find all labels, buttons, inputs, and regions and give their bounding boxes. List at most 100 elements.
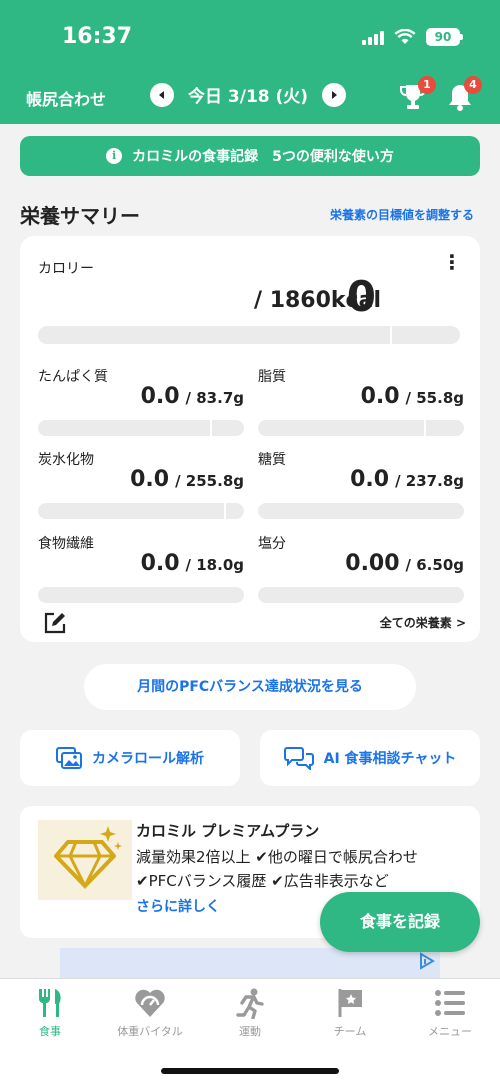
nutrient-label: 脂質 (258, 369, 286, 385)
nutrient-value: 0.0 (350, 467, 390, 492)
nutrient-amount: 0.0 / 18.0g (141, 551, 244, 576)
battery-icon: 90 (426, 28, 463, 46)
nutrient-amount: 0.0 / 255.8g (130, 467, 244, 492)
tab-weight-vital[interactable]: 体重バイタル (100, 987, 200, 1039)
home-indicator (161, 1068, 339, 1074)
nutrient-label: 炭水化物 (38, 452, 94, 468)
ai-chat-button[interactable]: AI 食事相談チャット (260, 730, 480, 786)
menu-list-icon (435, 990, 465, 1016)
premium-diamond-image (38, 820, 132, 900)
nutrient-fat: 脂質 0.0 / 55.8g (258, 366, 464, 446)
nutrient-amount: 0.0 / 237.8g (350, 467, 464, 492)
camera-roll-button[interactable]: カメラロール解析 (20, 730, 240, 786)
nutrient-progress-bar (258, 587, 464, 603)
calorie-progress-bar (38, 326, 460, 344)
premium-benefits-line1: 減量効果2倍以上 ✔他の曜日で帳尻合わせ (136, 848, 418, 866)
chevron-right-icon (332, 90, 338, 99)
nutrient-target-tick (224, 503, 226, 519)
current-date[interactable]: 今日 3/18 (火) (188, 82, 308, 107)
more-options-icon[interactable]: ⋮ (442, 252, 462, 272)
chevron-left-icon (159, 90, 164, 99)
tab-exercise[interactable]: 運動 (200, 987, 300, 1039)
tab-label: 運動 (239, 1025, 261, 1038)
nutrient-value: 0.0 (360, 384, 400, 409)
nutrient-target: / 237.8g (395, 472, 464, 490)
cellular-signal-icon (362, 29, 384, 45)
nutrient-value: 0.0 (140, 551, 180, 576)
premium-more-link[interactable]: さらに詳しく (136, 896, 220, 916)
ai-chat-label: AI 食事相談チャット (323, 751, 457, 767)
nutrient-progress-bar (258, 420, 464, 436)
notification-button[interactable]: 4 (446, 76, 482, 112)
summary-title: 栄養サマリー (20, 204, 140, 228)
premium-title: カロミル プレミアムプラン (136, 822, 320, 840)
tab-menu[interactable]: メニュー (400, 987, 500, 1039)
nutrient-value: 0.0 (140, 384, 180, 409)
tab-meal[interactable]: 食事 (0, 987, 100, 1039)
next-day-button[interactable] (322, 82, 347, 107)
prev-day-button[interactable] (150, 82, 174, 107)
nutrient-target: / 55.8g (405, 389, 464, 407)
tab-label: チーム (333, 1025, 367, 1038)
status-icons: 90 (362, 28, 463, 46)
status-time: 16:37 (62, 24, 133, 49)
record-meal-button[interactable]: 食事を記録 (320, 892, 480, 952)
ad-banner[interactable] (60, 948, 440, 978)
usage-tips-text: カロミルの食事記録 5つの便利な使い方 (132, 149, 394, 165)
nutrient-target-tick (210, 420, 212, 436)
nav-title[interactable]: 帳尻合わせ (26, 86, 106, 110)
adchoices-icon[interactable] (418, 952, 436, 970)
running-icon (236, 988, 264, 1019)
nutrient-target: / 255.8g (175, 472, 244, 490)
adjust-targets-link[interactable]: 栄養素の目標値を調整する (330, 206, 474, 223)
nav-bar: 帳尻合わせ 今日 3/18 (火) 1 4 (0, 76, 500, 114)
nutrient-amount: 0.00 / 6.50g (345, 551, 464, 576)
trophy-button[interactable]: 1 (398, 76, 436, 112)
app-header: 16:37 90 帳尻合わせ 今日 3/18 (火) 1 4 (0, 0, 500, 124)
nutrient-progress-bar (38, 587, 244, 603)
nutrient-fiber: 食物繊維 0.0 / 18.0g (38, 533, 244, 613)
nutrient-label: 糖質 (258, 452, 286, 468)
nutrition-summary-card: カロリー ⋮ 0 / 1860kcal たんぱく質 0.0 / 83.7g 脂質… (20, 236, 480, 642)
nutrient-label: 食物繊維 (38, 536, 94, 552)
nutrient-amount: 0.0 / 55.8g (361, 384, 464, 409)
nutrient-target-tick (424, 420, 426, 436)
usage-tips-banner[interactable]: i カロミルの食事記録 5つの便利な使い方 (20, 136, 480, 176)
nutrient-target: / 6.50g (405, 556, 464, 574)
nutrient-value: 0.00 (345, 551, 400, 576)
premium-benefits-line2: ✔PFCバランス履歴 ✔広告非表示など (136, 872, 389, 890)
heart-scale-icon (135, 989, 165, 1017)
fork-knife-icon (39, 989, 61, 1017)
nutrient-target: / 83.7g (185, 389, 244, 407)
wifi-icon (394, 29, 416, 44)
nutrient-progress-bar (38, 420, 244, 436)
all-nutrients-link[interactable]: 全ての栄養素 > (380, 614, 466, 631)
team-flag-icon (338, 989, 362, 1017)
nutrient-protein: たんぱく質 0.0 / 83.7g (38, 366, 244, 446)
chat-bubbles-icon (283, 747, 314, 770)
nutrient-carbohydrate: 炭水化物 0.0 / 255.8g (38, 449, 244, 529)
trophy-badge: 1 (418, 76, 436, 94)
camera-roll-label: カメラロール解析 (92, 751, 204, 767)
nutrient-salt: 塩分 0.00 / 6.50g (258, 533, 464, 613)
tab-label: 体重バイタル (117, 1025, 183, 1038)
calorie-target: / 1860kcal (254, 288, 381, 313)
nutrient-progress-bar (258, 503, 464, 519)
nutrient-label: たんぱく質 (38, 369, 108, 385)
diamond-icon (54, 826, 122, 890)
photo-gallery-icon (56, 747, 82, 769)
pfc-balance-button[interactable]: 月間のPFCバランス達成状況を見る (84, 664, 416, 710)
tab-label: 食事 (39, 1025, 61, 1038)
tab-label: メニュー (428, 1025, 472, 1038)
edit-icon[interactable] (42, 610, 68, 636)
calorie-label: カロリー (38, 261, 94, 277)
calorie-target-tick (390, 326, 392, 344)
notification-badge: 4 (464, 76, 482, 94)
status-bar: 16:37 90 (0, 22, 500, 54)
nutrient-amount: 0.0 / 83.7g (141, 384, 244, 409)
nutrient-target: / 18.0g (185, 556, 244, 574)
date-navigator: 今日 3/18 (火) (150, 82, 347, 107)
tab-team[interactable]: チーム (300, 987, 400, 1039)
nutrient-progress-bar (38, 503, 244, 519)
info-icon: i (106, 148, 123, 164)
